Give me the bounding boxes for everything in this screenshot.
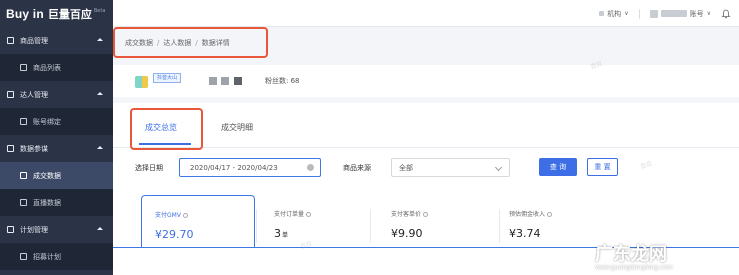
sidebar-item-deal-data[interactable]: 成交数据 xyxy=(0,162,113,189)
date-range-value: 2020/04/17 - 2020/04/23 xyxy=(190,163,278,172)
info-icon[interactable] xyxy=(306,212,312,217)
metric-card-orders[interactable]: 支付订单量 3单 xyxy=(261,195,371,247)
site-watermark: 广东龙网 www.guangdonglong.com xyxy=(595,240,673,271)
metric-value: ¥3.74 xyxy=(509,227,541,240)
metric-card-avg-price[interactable]: 支付客单价 ¥9.90 xyxy=(378,195,488,247)
top-bar: Buy in 巨量百应 Beta 机构 ∨ 账号 ∨ xyxy=(0,0,739,27)
tab-deal-detail[interactable]: 成交明细 xyxy=(221,122,253,133)
sidebar-group-label: 商品管理 xyxy=(20,36,48,45)
chevron-up-icon xyxy=(97,92,103,95)
beta-badge: Beta xyxy=(93,7,106,14)
info-icon[interactable] xyxy=(547,212,553,217)
document-icon xyxy=(20,172,27,179)
redacted-block xyxy=(209,77,217,85)
chevron-down-icon: ∨ xyxy=(706,10,711,17)
metric-label: 预估佣金收入 xyxy=(509,209,553,218)
sidebar-item-product-list[interactable]: 商品列表 xyxy=(0,54,113,81)
sidebar-group-product[interactable]: 商品管理 xyxy=(0,27,113,54)
brand-name: Buy in xyxy=(6,6,44,21)
divider xyxy=(638,8,640,19)
plan-icon xyxy=(7,226,14,233)
sidebar-item-label: 招募计划 xyxy=(33,252,61,261)
person-icon xyxy=(20,118,27,125)
info-icon[interactable] xyxy=(182,213,188,218)
account-menu[interactable]: 账号 ∨ xyxy=(649,9,711,19)
divider xyxy=(256,209,257,243)
sidebar-group-talent[interactable]: 达人管理 xyxy=(0,81,113,108)
sidebar-group-label: 计划管理 xyxy=(20,225,48,234)
brand-name-cn: 巨量百应 xyxy=(47,7,92,21)
top-right-area: 机构 ∨ 账号 ∨ xyxy=(599,0,731,27)
sidebar-group-plan[interactable]: 计划管理 xyxy=(0,216,113,243)
bell-icon[interactable] xyxy=(721,9,731,19)
redacted-block xyxy=(221,77,229,85)
metric-card-gmv[interactable]: 支付GMV ¥29.70 xyxy=(141,195,255,247)
redacted-block xyxy=(234,77,242,85)
account-name-redacted xyxy=(660,10,687,17)
sidebar-item-label: 商品列表 xyxy=(33,63,61,72)
breadcrumb-bar: 成交数据 / 达人数据 / 数据详情 xyxy=(113,27,739,65)
grid-icon xyxy=(20,199,27,206)
chevron-up-icon xyxy=(97,146,103,149)
clear-icon[interactable] xyxy=(307,164,314,171)
metric-value: ¥29.70 xyxy=(155,228,194,241)
source-select[interactable]: 全部 xyxy=(391,158,510,177)
date-range-picker[interactable]: 2020/04/17 - 2020/04/23 xyxy=(179,158,321,177)
sidebar: 商品管理 商品列表 达人管理 账号绑定 数据参谋 成交数据 直播数据 计划管理 … xyxy=(0,27,113,275)
metric-value: 3单 xyxy=(274,227,289,240)
chevron-down-icon xyxy=(494,163,503,172)
platform-tag: 抖音大山 xyxy=(153,73,182,83)
metric-label: 支付客单价 xyxy=(391,209,429,218)
fans-count: 粉丝数: 68 xyxy=(265,77,300,85)
tab-bar: 成交总览 成交明细 xyxy=(113,103,739,150)
divider xyxy=(370,209,371,243)
sidebar-group-data[interactable]: 数据参谋 xyxy=(0,135,113,162)
source-select-value: 全部 xyxy=(399,163,413,172)
source-label: 商品来源 xyxy=(343,164,371,172)
org-icon xyxy=(599,11,605,16)
org-label: 机构 xyxy=(607,9,622,18)
info-icon[interactable] xyxy=(423,212,429,217)
highlight-box-breadcrumb xyxy=(113,27,268,58)
avatar xyxy=(649,9,658,18)
org-switcher[interactable]: 机构 ∨ xyxy=(599,9,629,19)
chevron-down-icon: ∨ xyxy=(624,10,629,17)
sidebar-item-label: 账号绑定 xyxy=(33,117,61,126)
highlight-box-tab xyxy=(130,108,203,150)
sidebar-item-label: 直播数据 xyxy=(33,198,61,207)
account-label: 账号 xyxy=(689,9,704,18)
site-watermark-text: 广东龙网 xyxy=(595,244,667,265)
sidebar-item-label: 成交数据 xyxy=(33,171,61,180)
talent-profile: 抖音大山 粉丝数: 68 xyxy=(113,65,739,97)
site-watermark-url: www.guangdonglong.com xyxy=(595,264,673,271)
metric-label: 支付GMV xyxy=(155,210,188,219)
chart-icon xyxy=(7,145,14,152)
chevron-up-icon xyxy=(97,227,103,230)
query-button[interactable]: 查 询 xyxy=(539,158,577,176)
avatar xyxy=(135,76,148,88)
sidebar-group-label: 数据参谋 xyxy=(20,144,48,153)
list-icon xyxy=(20,64,27,71)
date-label: 选择日期 xyxy=(135,164,163,172)
metric-label: 支付订单量 xyxy=(274,209,312,218)
sidebar-item-account-binding[interactable]: 账号绑定 xyxy=(0,108,113,135)
sidebar-item-live-data[interactable]: 直播数据 xyxy=(0,189,113,216)
app-logo[interactable]: Buy in 巨量百应 Beta xyxy=(0,0,113,27)
chevron-up-icon xyxy=(97,38,103,41)
metric-value: ¥9.90 xyxy=(391,227,423,240)
reset-button[interactable]: 重 置 xyxy=(587,158,618,176)
calendar-icon xyxy=(20,253,27,260)
sidebar-item-recruit-plan[interactable]: 招募计划 xyxy=(0,243,113,270)
sidebar-group-label: 达人管理 xyxy=(20,90,48,99)
product-icon xyxy=(7,37,14,44)
user-icon xyxy=(7,91,14,98)
